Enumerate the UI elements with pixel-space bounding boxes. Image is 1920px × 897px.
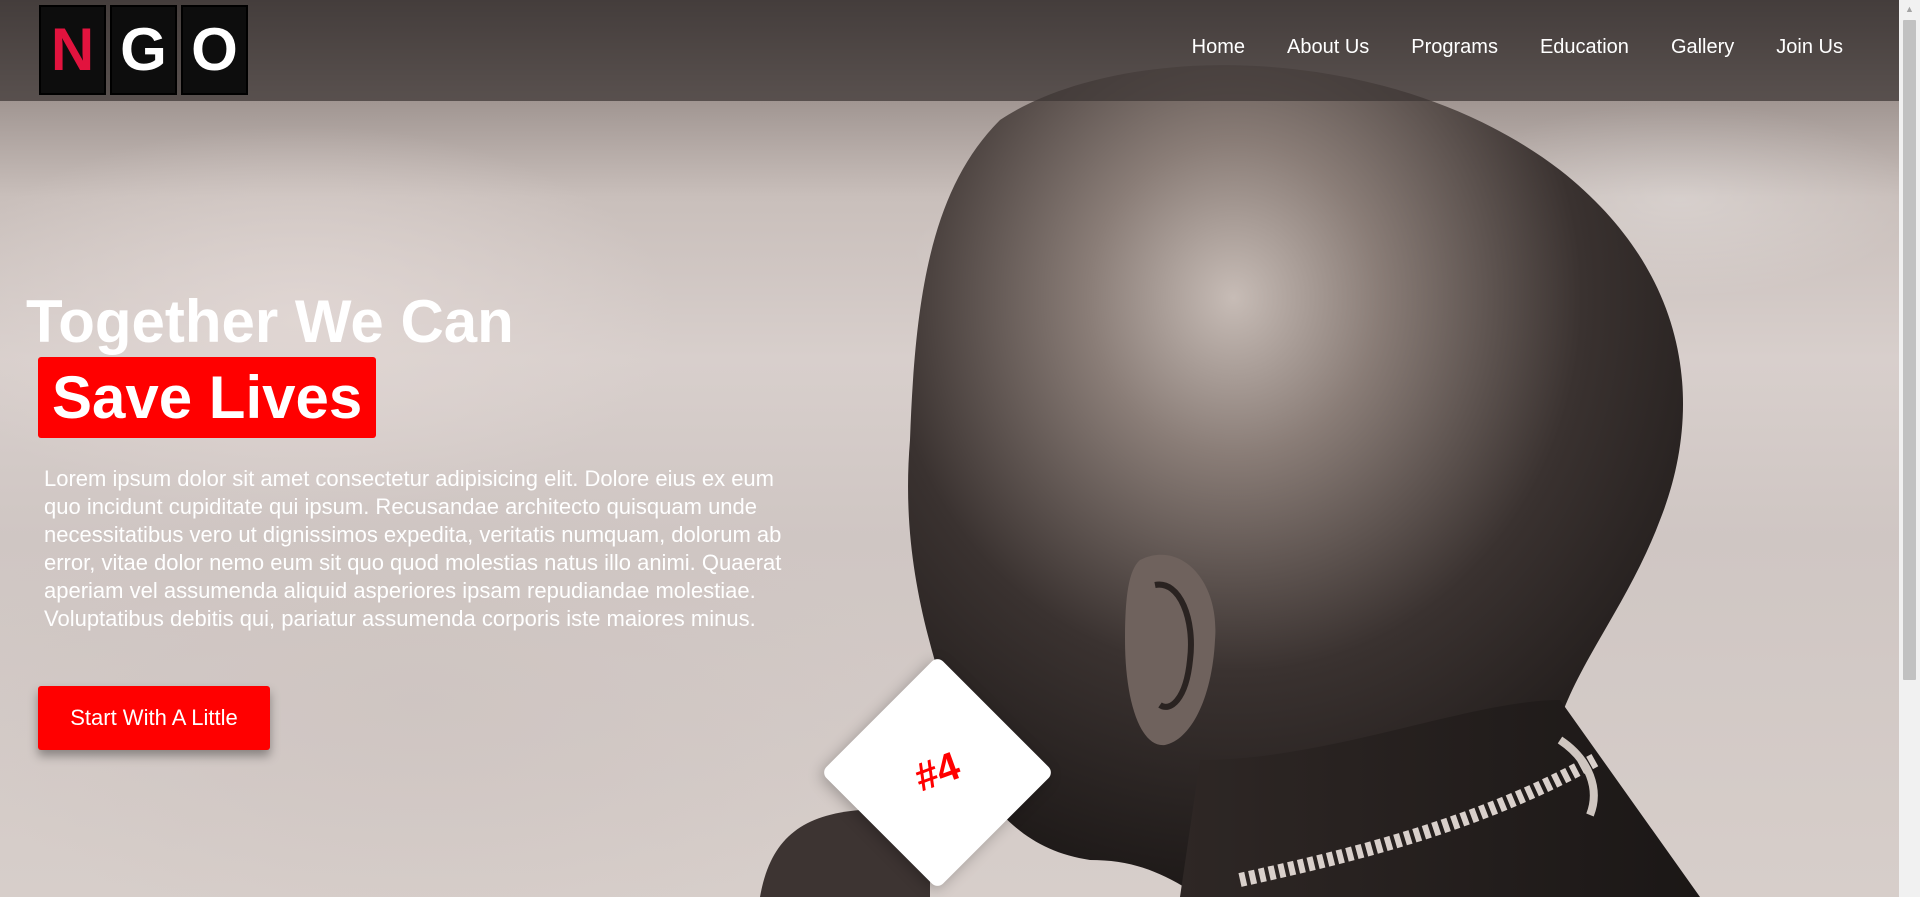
hero-description: Lorem ipsum dolor sit amet consectetur a… [44,466,782,631]
nav-item-education[interactable]: Education [1540,36,1629,59]
site-header: N G O Home About Us Programs Education G… [0,0,1899,101]
start-with-a-little-button[interactable]: Start With A Little [38,686,270,750]
logo-letter-n: N [39,5,106,95]
scroll-up-arrow-icon[interactable]: ▲ [1899,1,1920,17]
nav-item-join-us[interactable]: Join Us [1776,36,1843,59]
landing-page: N G O Home About Us Programs Education G… [0,0,1920,897]
nav-item-gallery[interactable]: Gallery [1671,36,1734,59]
logo-letter-g: G [110,5,177,95]
nav-item-programs[interactable]: Programs [1411,36,1498,59]
main-nav: Home About Us Programs Education Gallery… [1192,36,1843,59]
hero-highlight: Save Lives [38,357,377,438]
page-scrollbar[interactable]: ▲ [1899,0,1920,897]
logo-letter-o: O [181,5,248,95]
scrollbar-thumb[interactable] [1903,20,1916,680]
nav-item-about-us[interactable]: About Us [1287,36,1369,59]
nav-item-home[interactable]: Home [1192,36,1245,59]
hero-title: Together We Can [26,288,514,355]
ngo-logo[interactable]: N G O [39,5,248,95]
